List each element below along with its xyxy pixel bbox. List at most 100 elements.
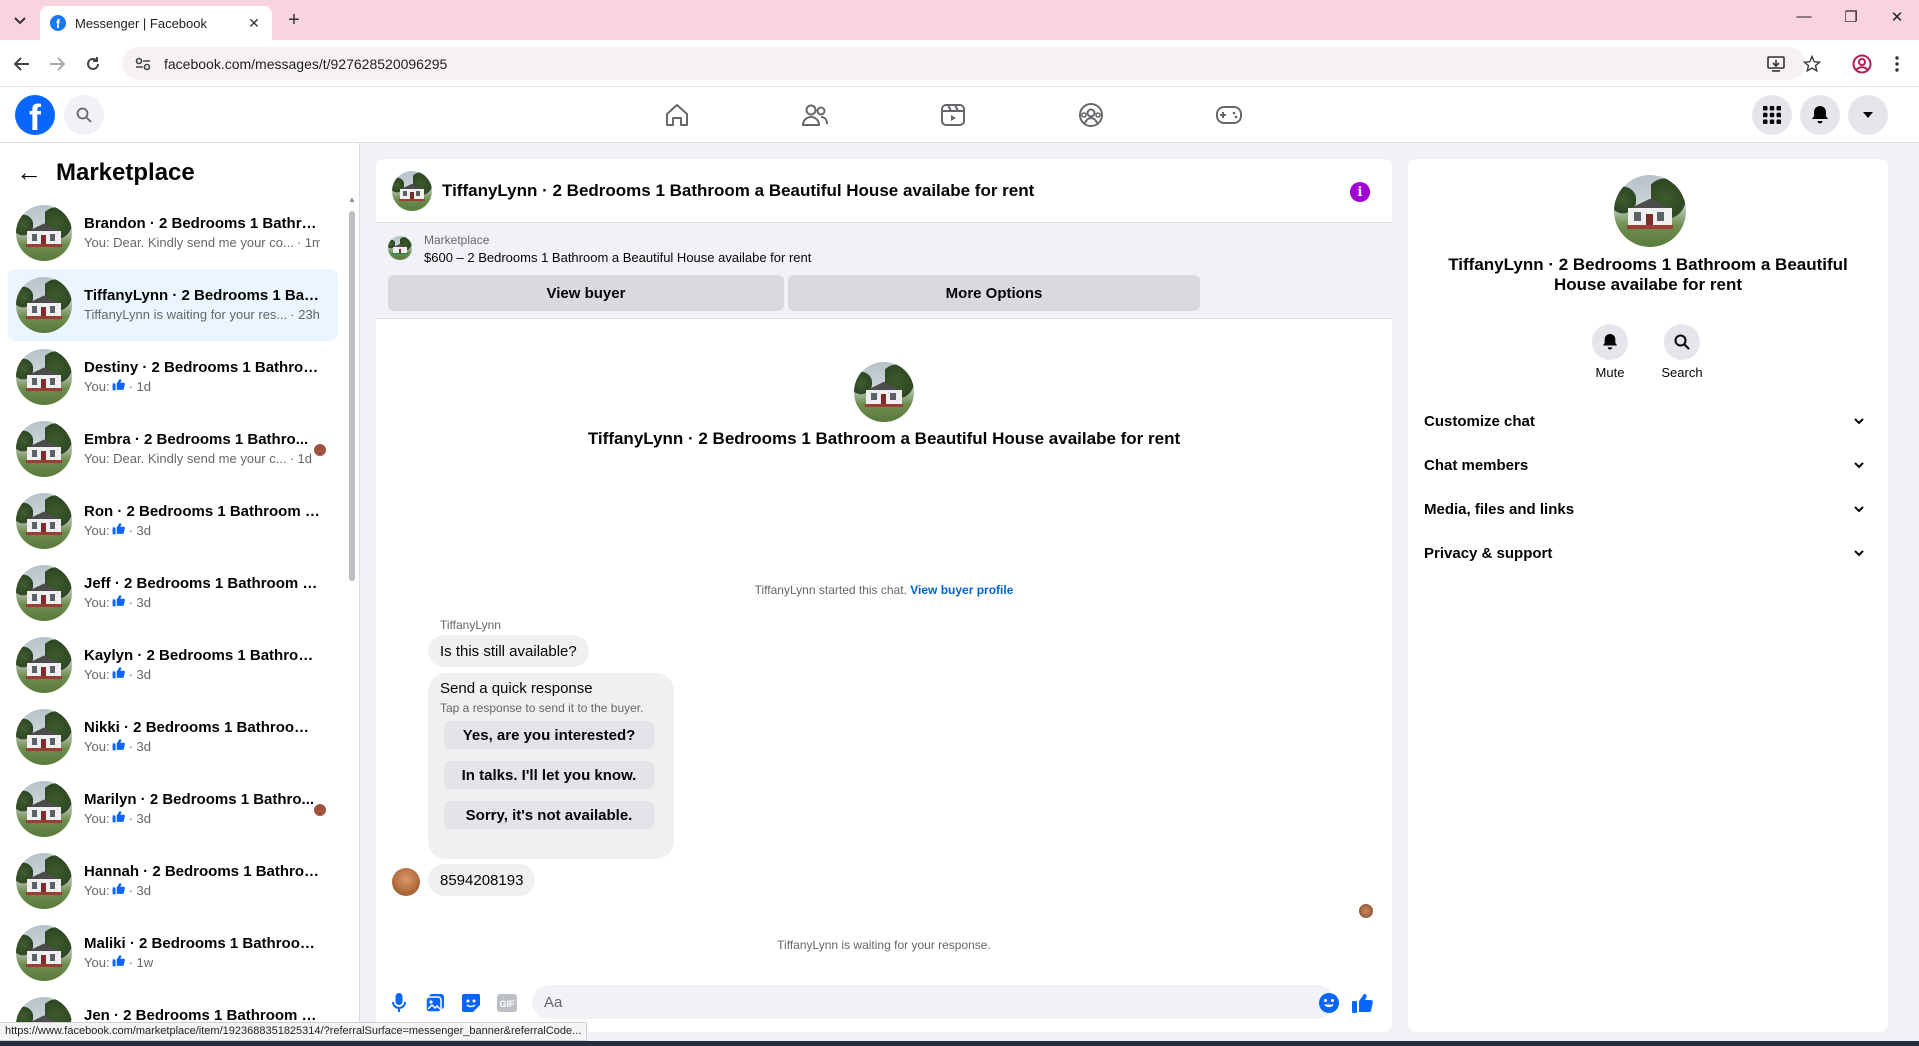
conversation-item[interactable]: Brandon · 2 Bedrooms 1 Bathroo... You: De… [8,197,338,269]
groups-icon[interactable] [1077,101,1105,129]
mute-button[interactable]: Mute [1580,324,1640,380]
row-label: Media, files and links [1424,500,1575,518]
conversation-item[interactable]: Embra · 2 Bedrooms 1 Bathro... You: Dear.… [8,413,338,485]
forward-arrow-icon[interactable] [45,52,69,76]
chat-members-row[interactable]: Chat members [1424,447,1872,483]
microphone-icon[interactable] [388,992,410,1014]
restore-icon[interactable]: ❐ [1836,8,1866,26]
quick-response-title: Send a quick response [440,680,593,697]
bookmark-star-icon[interactable] [1801,53,1823,75]
like-thumb-icon[interactable] [1351,992,1373,1014]
photo-icon[interactable] [424,992,446,1014]
privacy-support-row[interactable]: Privacy & support [1424,535,1872,571]
friends-icon[interactable] [801,101,829,129]
video-icon[interactable] [939,101,967,129]
conversation-name: Marilyn · 2 Bedrooms 1 Bathro... [84,791,315,808]
minimize-icon[interactable]: — [1789,8,1819,25]
conversation-avatar [16,637,72,693]
chat-header: TiffanyLynn · 2 Bedrooms 1 Bathroom a Be… [376,159,1392,223]
sidebar-scrollbar[interactable]: ▲ [348,195,356,1023]
conversation-item[interactable]: Hannah · 2 Bedrooms 1 Bathroo... You: · 3d [8,845,338,917]
banner-label: Marketplace [424,233,490,247]
chevron-down-icon [1854,417,1864,424]
conversation-item[interactable]: Ron · 2 Bedrooms 1 Bathroom a ... You: · 3… [8,485,338,557]
quick-reply-button[interactable]: Yes, are you interested? [444,721,654,749]
view-buyer-profile-link[interactable]: View buyer profile [910,583,1013,597]
sticker-icon[interactable] [460,992,482,1014]
browser-tab[interactable]: f Messenger | Facebook ✕ [40,6,272,40]
browser-menu-icon[interactable] [1886,53,1908,75]
row-label: Privacy & support [1424,544,1553,562]
started-text: TiffanyLynn started this chat. [754,583,907,597]
back-arrow-icon[interactable]: ← [16,157,42,188]
more-options-button[interactable]: More Options [788,275,1200,311]
window-close-icon[interactable]: ✕ [1882,8,1912,26]
listing-thumbnail[interactable] [388,236,412,260]
account-dropdown-icon[interactable] [1848,95,1888,135]
tab-list-chevron-icon[interactable] [8,10,32,32]
sidebar-title: Marketplace [56,158,195,186]
conversation-name: Nikki · 2 Bedrooms 1 Bathroom ... [84,719,320,736]
site-settings-icon[interactable] [134,56,152,72]
conversation-item[interactable]: Nikki · 2 Bedrooms 1 Bathroom ... You: · 3… [8,701,338,773]
conversation-item[interactable]: Jeff · 2 Bedrooms 1 Bathroom a ... You: · … [8,557,338,629]
bell-icon [1592,324,1628,360]
svg-text:GIF: GIF [500,999,516,1009]
conversation-item[interactable]: Maliki · 2 Bedrooms 1 Bathroom... You: · 1… [8,917,338,989]
quick-reply-button[interactable]: Sorry, it's not available. [444,801,654,829]
conversation-item[interactable]: TiffanyLynn · 2 Bedrooms 1 Bath... Tiffan… [8,269,338,341]
quick-reply-button[interactable]: In talks. I'll let you know. [444,761,654,789]
sender-avatar[interactable] [392,868,420,896]
message-bubble: 8594208193 [428,864,536,896]
view-buyer-button[interactable]: View buyer [388,275,784,311]
conversation-preview: You: [84,523,110,538]
chat-avatar[interactable] [392,170,432,211]
conversation-time: · 1d [128,379,151,394]
search-icon[interactable] [64,95,104,135]
menu-grid-icon[interactable] [1752,95,1792,135]
reload-icon[interactable] [81,52,105,76]
link-status-bar: https://www.facebook.com/marketplace/ite… [0,1022,588,1041]
chat-details-panel: TiffanyLynn · 2 Bedrooms 1 Bathroom a Be… [1408,159,1888,1032]
facebook-favicon-icon: f [50,15,66,31]
install-app-icon[interactable] [1765,53,1787,75]
notifications-bell-icon[interactable] [1800,95,1840,135]
gif-icon[interactable]: GIF [496,992,518,1014]
address-bar[interactable]: facebook.com/messages/t/927628520096295 [122,47,1805,80]
conversation-name: Jeff · 2 Bedrooms 1 Bathroom a ... [84,575,320,592]
gaming-icon[interactable] [1215,101,1243,129]
search-in-chat-button[interactable]: Search [1652,324,1712,380]
details-title: TiffanyLynn · 2 Bedrooms 1 Bathroom a Be… [1448,255,1848,294]
chat-title[interactable]: TiffanyLynn · 2 Bedrooms 1 Bathroom a Be… [442,181,1034,201]
media-files-links-row[interactable]: Media, files and links [1424,491,1872,527]
conversation-item[interactable]: Jen · 2 Bedrooms 1 Bathroom a ...You:· 1… [8,989,338,1023]
message-input[interactable] [532,985,1334,1019]
new-tab-plus-icon[interactable]: + [282,9,306,32]
conversation-item[interactable]: Marilyn · 2 Bedrooms 1 Bathro... You: · 3d [8,773,338,845]
quick-response-subtitle: Tap a response to send it to the buyer. [440,701,644,715]
seen-indicator-avatar [1359,904,1373,918]
conversation-item[interactable]: Destiny · 2 Bedrooms 1 Bathroo... You: · 1… [8,341,338,413]
scroll-up-arrow-icon[interactable]: ▲ [348,195,356,204]
conversation-preview: You: [84,739,110,754]
like-thumb-icon [112,522,125,540]
facebook-logo-icon[interactable]: f [15,95,55,135]
profile-icon[interactable] [1851,53,1873,75]
conversation-preview: You: [84,667,110,682]
message-composer: GIF [376,979,1392,1027]
home-icon[interactable] [663,101,691,129]
scrollbar-thumb[interactable] [349,211,355,581]
listing-title[interactable]: $600 – 2 Bedrooms 1 Bathroom a Beautiful… [424,250,811,265]
tab-close-icon[interactable]: ✕ [246,15,262,32]
back-arrow-icon[interactable] [10,52,34,76]
conversation-time: · 23h [290,307,320,322]
customize-chat-row[interactable]: Customize chat [1424,403,1872,439]
conversation-avatar [16,277,72,333]
info-icon[interactable]: i [1350,182,1370,202]
chat-started-notice: TiffanyLynn started this chat. View buye… [376,583,1392,597]
conversation-avatar [16,205,72,261]
emoji-icon[interactable] [1318,992,1340,1014]
conversation-item[interactable]: Kaylyn · 2 Bedrooms 1 Bathroom... You: · 3… [8,629,338,701]
intro-avatar [854,362,914,422]
conversation-time: · 1d [289,451,312,466]
